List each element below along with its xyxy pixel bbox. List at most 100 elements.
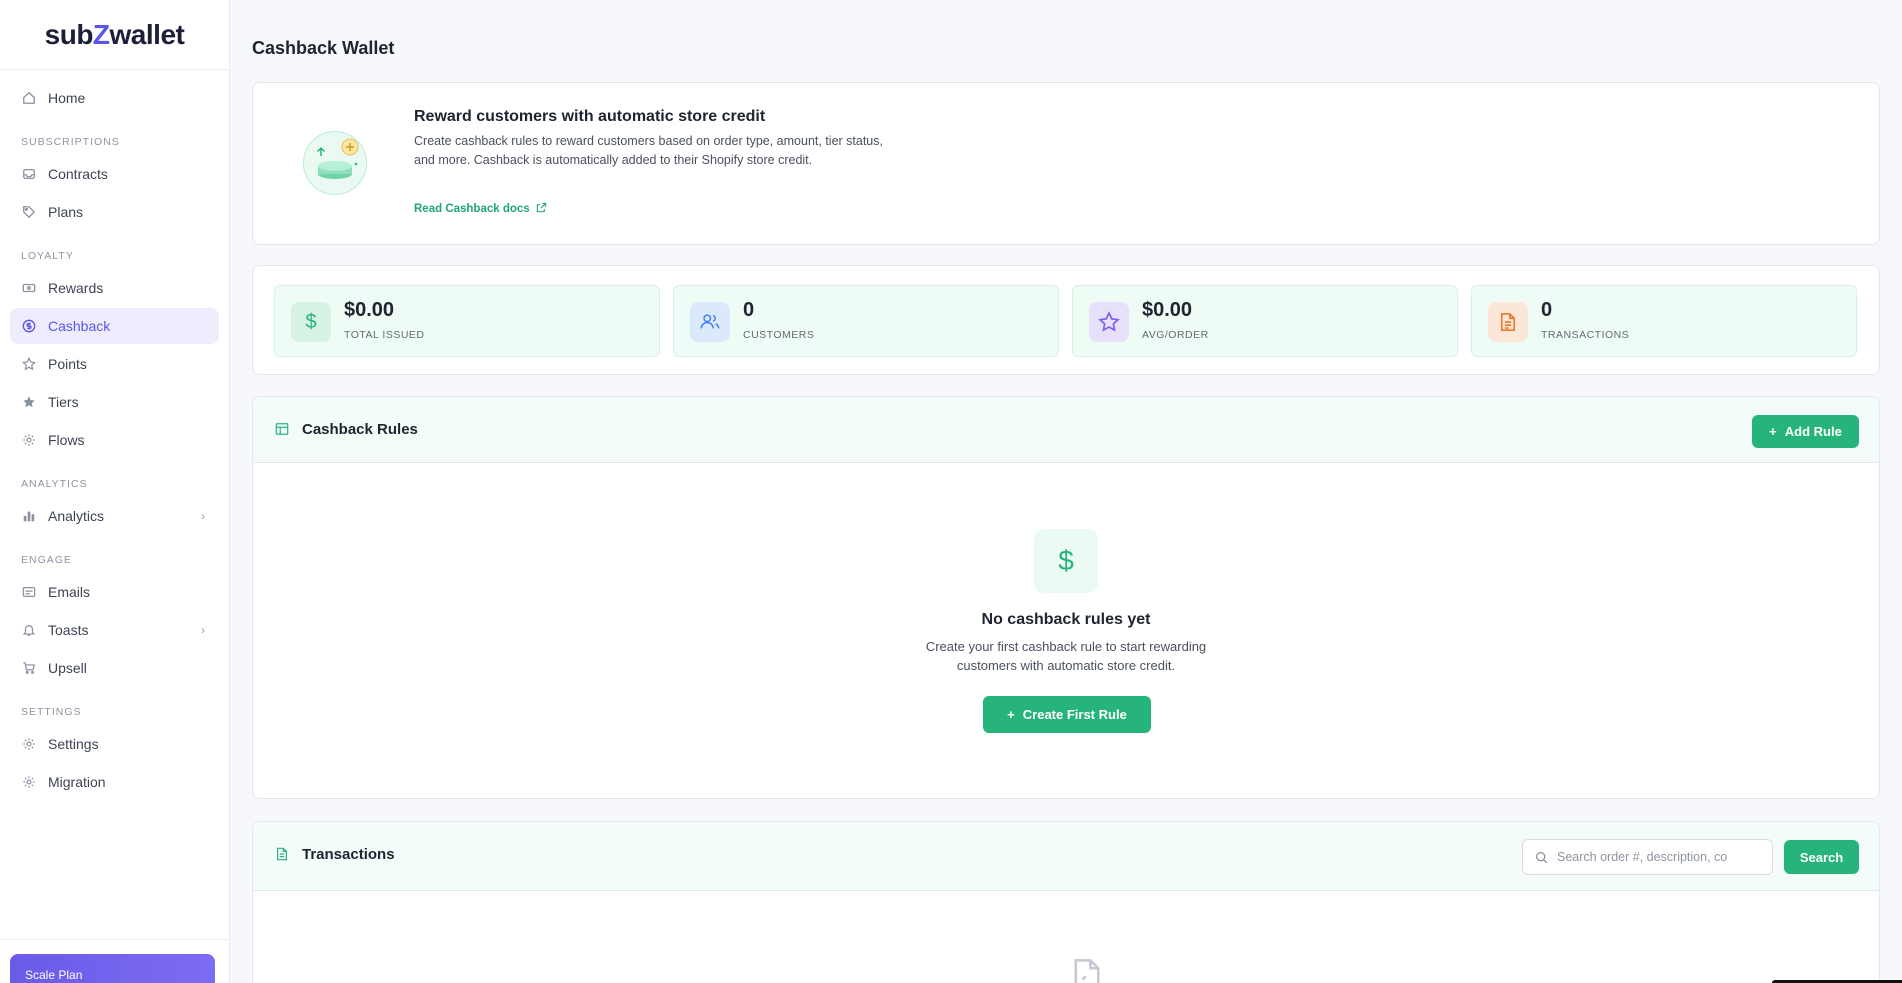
section-label-engage: ENGAGE: [21, 554, 72, 566]
section-label-loyalty: LOYALTY: [21, 250, 74, 262]
search-input[interactable]: [1557, 850, 1757, 864]
users-icon: [690, 302, 730, 342]
dollar-circle-icon: [22, 319, 36, 333]
chevron-right-icon: ›: [201, 509, 205, 523]
sidebar-item-upsell[interactable]: Upsell: [10, 650, 219, 686]
read-docs-link[interactable]: Read Cashback docs: [414, 202, 547, 216]
stat-label: AVG/ORDER: [1142, 329, 1209, 341]
section-label-settings: SETTINGS: [21, 706, 82, 718]
panel-header: Transactions Search: [253, 822, 1879, 891]
sidebar-item-flows[interactable]: Flows: [10, 422, 219, 458]
read-docs-link-label: Read Cashback docs: [414, 203, 530, 215]
stat-transactions: 0 TRANSACTIONS: [1471, 285, 1857, 357]
tag-icon: [22, 205, 36, 219]
stat-value: $0.00: [1142, 299, 1193, 321]
brand-logo[interactable]: sub Zwallet: [0, 0, 229, 70]
cashback-rules-panel: Cashback Rules + Add Rule $ No cashback …: [252, 396, 1880, 799]
sidebar-item-migration[interactable]: Migration: [10, 764, 219, 800]
bar-chart-icon: [22, 509, 36, 523]
logo-text-part2: Z: [92, 18, 110, 50]
plan-badge-button[interactable]: Scale Plan: [10, 954, 215, 983]
create-first-rule-label: Create First Rule: [1022, 707, 1127, 722]
inbox-icon: [22, 167, 36, 181]
gear-icon: [22, 433, 36, 447]
create-first-rule-button[interactable]: + Create First Rule: [983, 696, 1151, 733]
empty-state-description: Create your first cashback rule to start…: [925, 639, 1207, 673]
home-icon: [22, 91, 36, 105]
sidebar-item-analytics[interactable]: Analytics ›: [10, 498, 219, 534]
search-icon: [1535, 851, 1548, 869]
sidebar-item-emails[interactable]: Emails: [10, 574, 219, 610]
stat-avg-order: $0.00 AVG/ORDER: [1072, 285, 1458, 357]
intro-description: Create cashback rules to reward customer…: [414, 134, 883, 167]
sidebar-item-label: Tiers: [48, 394, 79, 410]
sidebar-item-label: Plans: [48, 204, 84, 220]
star-filled-icon: [22, 395, 36, 409]
sidebar-nav: Home SUBSCRIPTIONS Contracts Plans LOYAL…: [0, 70, 229, 800]
logo-text-part1: sub: [44, 18, 94, 50]
sidebar-item-label: Emails: [48, 584, 91, 600]
empty-state-title: No cashback rules yet: [981, 611, 1151, 628]
transactions-search: [1522, 839, 1773, 875]
stats-card: $ $0.00 TOTAL ISSUED 0 CUSTOMERS $0.00 A…: [252, 265, 1880, 375]
document-icon: [1488, 302, 1528, 342]
gear-icon: [22, 737, 36, 751]
sidebar-item-label: Analytics: [48, 508, 105, 524]
sidebar-item-label: Cashback: [48, 318, 111, 334]
intro-card: Reward customers with automatic store cr…: [252, 82, 1880, 245]
dollar-icon: $: [291, 302, 331, 342]
ticket-icon: [22, 281, 36, 295]
stat-value: 0: [1541, 299, 1553, 321]
page-title: Cashback Wallet: [252, 38, 395, 58]
sidebar-item-label: Points: [48, 356, 87, 372]
plus-icon: +: [1769, 424, 1777, 439]
bell-icon: [22, 623, 36, 637]
sidebar-item-label: Home: [48, 90, 86, 106]
main-content: Cashback Wallet Reward customers with au…: [230, 0, 1902, 983]
sidebar-footer: Scale Plan: [0, 939, 229, 983]
star-icon: [1089, 302, 1129, 342]
star-outline-icon: [22, 357, 36, 371]
sidebar-item-plans[interactable]: Plans: [10, 194, 219, 230]
cashback-illustration: [303, 131, 367, 195]
sidebar-item-label: Flows: [48, 432, 85, 448]
stat-total-issued: $ $0.00 TOTAL ISSUED: [274, 285, 660, 357]
external-link-icon: [536, 202, 547, 216]
stat-label: TOTAL ISSUED: [344, 329, 425, 341]
stat-customers: 0 CUSTOMERS: [673, 285, 1059, 357]
sidebar-item-cashback[interactable]: Cashback: [10, 308, 219, 344]
sidebar-item-label: Settings: [48, 736, 99, 752]
transactions-panel: Transactions Search: [252, 821, 1880, 983]
stat-label: CUSTOMERS: [743, 329, 815, 341]
sidebar-item-label: Toasts: [48, 622, 89, 638]
sidebar-item-label: Migration: [48, 774, 106, 790]
stat-value: $0.00: [344, 299, 395, 321]
dollar-icon: $: [1034, 529, 1098, 593]
plus-icon: +: [1007, 707, 1015, 722]
sidebar-item-rewards[interactable]: Rewards: [10, 270, 219, 306]
sidebar-item-points[interactable]: Points: [10, 346, 219, 382]
sidebar-item-tiers[interactable]: Tiers: [10, 384, 219, 420]
section-label-subscriptions: SUBSCRIPTIONS: [21, 136, 120, 148]
sidebar-item-toasts[interactable]: Toasts ›: [10, 612, 219, 648]
sidebar-item-settings[interactable]: Settings: [10, 726, 219, 762]
intro-title: Reward customers with automatic store cr…: [414, 108, 766, 125]
cart-icon: [22, 661, 36, 675]
sidebar-item-label: Contracts: [48, 166, 108, 182]
table-icon: [275, 422, 289, 436]
document-icon: [275, 847, 289, 861]
section-label-analytics: ANALYTICS: [21, 478, 88, 490]
add-rule-button[interactable]: + Add Rule: [1752, 415, 1859, 448]
gear-icon: [22, 775, 36, 789]
sidebar-item-label: Rewards: [48, 280, 104, 296]
document-icon: [1069, 957, 1105, 983]
panel-header: Cashback Rules + Add Rule: [253, 397, 1879, 463]
sidebar-item-home[interactable]: Home: [10, 80, 219, 116]
logo-text-part3: wallet: [109, 18, 185, 50]
stat-value: 0: [743, 299, 755, 321]
panel-title: Transactions: [302, 846, 395, 863]
sidebar: sub Zwallet Home SUBSCRIPTIONS Contracts …: [0, 0, 230, 983]
search-button[interactable]: Search: [1784, 840, 1859, 874]
stat-label: TRANSACTIONS: [1541, 329, 1630, 341]
sidebar-item-contracts[interactable]: Contracts: [10, 156, 219, 192]
